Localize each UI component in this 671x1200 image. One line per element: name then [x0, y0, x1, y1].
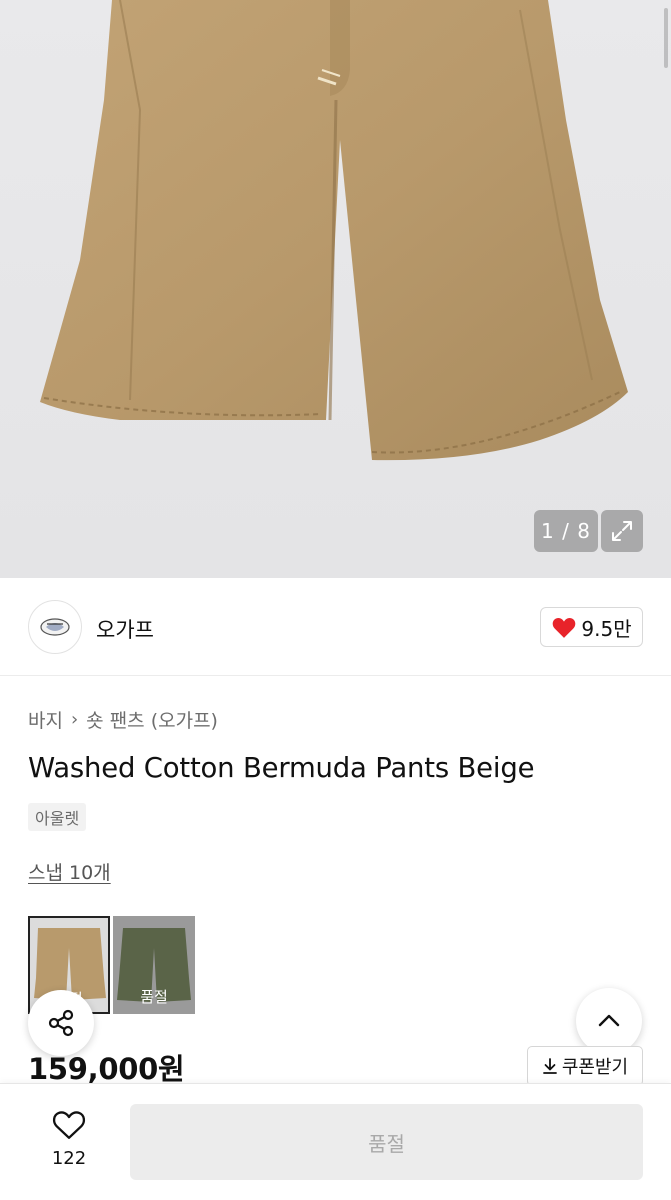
sold-out-label: 품절: [140, 988, 168, 1006]
brand-like-button[interactable]: 9.5만: [540, 607, 643, 647]
product-photo: [40, 0, 628, 461]
brand-logo-mark: [40, 618, 70, 636]
color-option-olive[interactable]: 품절: [113, 916, 195, 1014]
buy-button[interactable]: 품절: [130, 1104, 643, 1180]
product-price: 159,000원: [28, 1052, 185, 1086]
wishlist-button[interactable]: 122: [40, 1108, 98, 1169]
wishlist-count: 122: [51, 1148, 87, 1169]
chevron-right-icon: ›: [70, 709, 79, 730]
brand-logo[interactable]: [28, 600, 82, 654]
product-image-gallery[interactable]: 1 / 8: [0, 0, 671, 578]
bottom-action-bar: 122 품절: [0, 1083, 671, 1200]
coupon-label: 쿠폰받기: [561, 1057, 629, 1078]
brand-name[interactable]: 오가프: [96, 614, 154, 644]
expand-icon: [612, 521, 632, 541]
breadcrumb: 바지 › 숏 팬츠 (오가프): [28, 706, 218, 733]
snap-link[interactable]: 스냅 10개: [28, 858, 111, 885]
heart-outline-icon: [52, 1111, 86, 1139]
outlet-badge: 아울렛: [28, 803, 87, 831]
product-title: Washed Cotton Bermuda Pants Beige: [28, 752, 535, 784]
breadcrumb-item-category[interactable]: 바지: [28, 706, 63, 733]
scrollbar[interactable]: [664, 8, 668, 68]
chevron-up-icon: [598, 1014, 620, 1027]
download-icon: [542, 1058, 557, 1074]
heart-icon: [553, 617, 576, 638]
expand-button[interactable]: [601, 510, 643, 552]
breadcrumb-item-subcategory[interactable]: 숏 팬츠 (오가프): [86, 706, 218, 733]
scroll-top-button[interactable]: [576, 988, 642, 1054]
brand-row: 오가프 9.5만: [0, 578, 671, 676]
share-icon: [48, 1009, 74, 1037]
coupon-button[interactable]: 쿠폰받기: [527, 1046, 643, 1086]
image-counter: 1 / 8: [534, 510, 598, 552]
like-count: 9.5만: [581, 616, 632, 641]
